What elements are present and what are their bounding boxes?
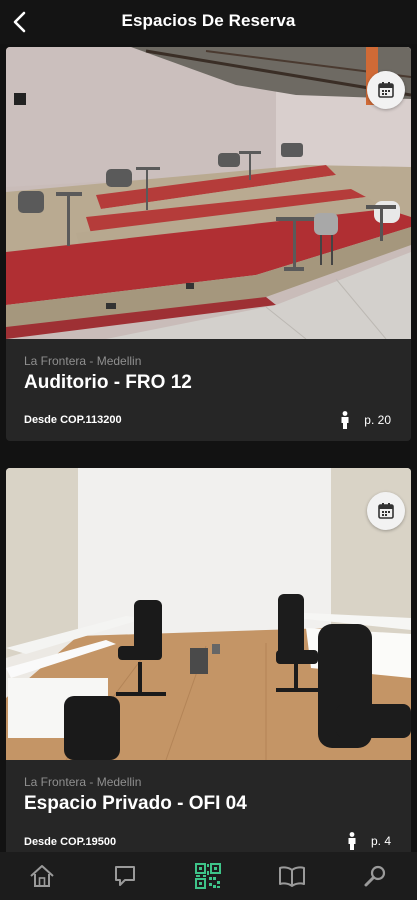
nav-home[interactable]	[20, 854, 64, 898]
qr-code-icon	[195, 863, 222, 889]
nav-messages[interactable]	[103, 854, 147, 898]
top-bar: Espacios De Reserva	[0, 0, 417, 44]
nav-search[interactable]	[353, 854, 397, 898]
home-icon	[30, 865, 54, 887]
space-capacity-label: p. 4	[370, 834, 391, 848]
space-location: La Frontera - Medellin	[24, 775, 142, 789]
book-calendar-button[interactable]	[367, 492, 405, 530]
book-calendar-button[interactable]	[367, 71, 405, 109]
book-icon	[278, 866, 305, 887]
bottom-nav-bar	[0, 852, 417, 900]
space-capacity-label: p. 20	[364, 413, 391, 427]
space-name: Espacio Privado - OFI 04	[24, 793, 247, 814]
space-price: Desde COP.113200	[24, 414, 122, 426]
calendar-icon	[378, 82, 394, 98]
space-price: Desde COP.19500	[24, 836, 117, 848]
space-location: La Frontera - Medellin	[24, 354, 142, 368]
space-photo-auditorium	[6, 47, 411, 339]
space-capacity: p. 20	[340, 411, 391, 429]
space-card[interactable]: La Frontera - Medellin Espacio Privado -…	[6, 468, 411, 852]
person-icon	[341, 411, 349, 429]
calendar-icon	[378, 503, 394, 519]
nav-qr[interactable]	[186, 854, 230, 898]
search-icon	[364, 865, 386, 887]
space-capacity: p. 4	[347, 832, 391, 850]
page-title: Espacios De Reserva	[121, 11, 296, 30]
space-photo-private-office	[6, 468, 411, 760]
space-name: Auditorio - FRO 12	[24, 372, 192, 393]
space-card[interactable]: La Frontera - Medellin Auditorio - FRO 1…	[6, 47, 411, 441]
person-icon	[348, 832, 356, 850]
spaces-list[interactable]: La Frontera - Medellin Auditorio - FRO 1…	[0, 44, 417, 852]
nav-catalog[interactable]	[270, 854, 314, 898]
chat-icon	[115, 866, 136, 886]
